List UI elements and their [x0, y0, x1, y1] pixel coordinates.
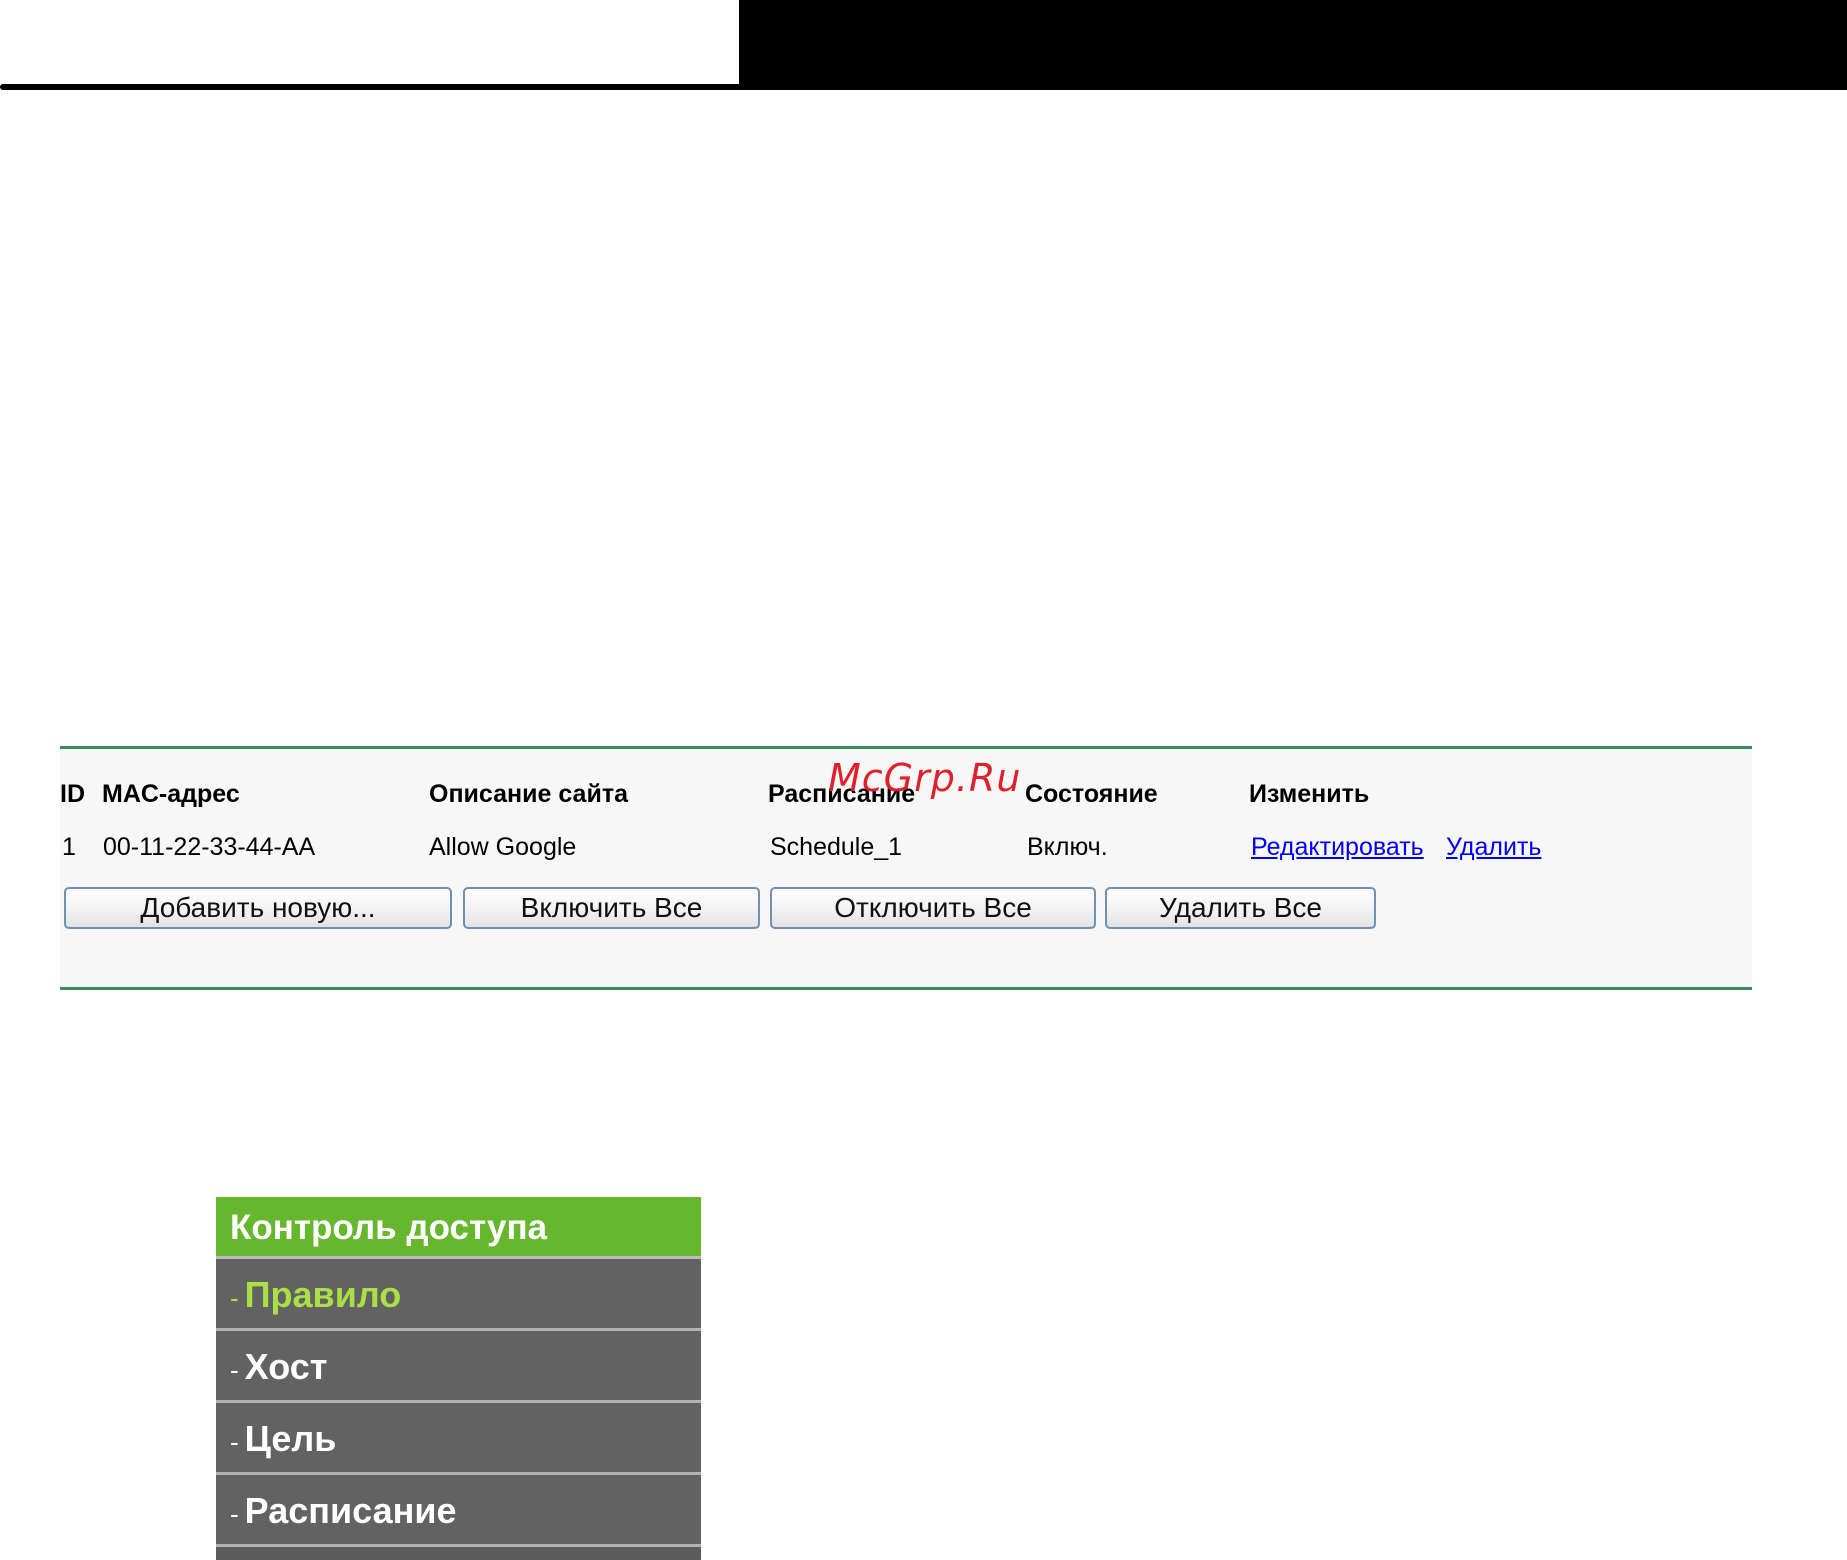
- delete-all-button[interactable]: Удалить Все: [1105, 887, 1376, 929]
- col-header-status: Состояние: [1025, 780, 1158, 808]
- menu-item-target[interactable]: - Цель: [216, 1403, 701, 1475]
- menu-item-rule[interactable]: - Правило: [216, 1259, 701, 1331]
- menu-dash: -: [230, 1355, 239, 1385]
- edit-link[interactable]: Редактировать: [1251, 832, 1424, 862]
- disable-all-button[interactable]: Отключить Все: [770, 887, 1096, 929]
- col-header-modify: Изменить: [1249, 780, 1370, 808]
- header-black-bar: [739, 0, 1847, 90]
- delete-link[interactable]: Удалить: [1446, 832, 1541, 862]
- menu-item-label: Цель: [244, 1418, 337, 1459]
- col-header-schedule: Расписание: [768, 780, 916, 808]
- menu-dash: -: [230, 1427, 239, 1457]
- rules-panel: ID MAC-адрес Описание сайта Расписание С…: [60, 746, 1752, 990]
- col-header-site: Описание сайта: [429, 780, 628, 808]
- cell-site: Allow Google: [429, 833, 577, 861]
- enable-all-button[interactable]: Включить Все: [463, 887, 760, 929]
- col-header-mac: MAC-адрес: [102, 780, 240, 808]
- menu-item-label: Правило: [244, 1274, 402, 1315]
- header-rule: [0, 84, 760, 90]
- cell-schedule: Schedule_1: [770, 833, 903, 861]
- menu-item-label: Хост: [244, 1346, 328, 1387]
- col-header-id: ID: [60, 780, 85, 808]
- menu-header-access-control: Контроль доступа: [216, 1197, 701, 1259]
- menu-dash: -: [230, 1283, 239, 1313]
- cell-id: 1: [62, 833, 76, 861]
- cell-mac: 00-11-22-33-44-AA: [103, 833, 316, 861]
- menu-item-host[interactable]: - Хост: [216, 1331, 701, 1403]
- menu-item-label: Расписание: [244, 1490, 457, 1531]
- add-new-button[interactable]: Добавить новую...: [64, 887, 452, 929]
- menu-item-schedule[interactable]: - Расписание: [216, 1475, 701, 1547]
- side-menu: Контроль доступа - Правило - Хост - Цель -Р…: [216, 1197, 701, 1560]
- menu-dash: -: [230, 1499, 239, 1529]
- cell-status: Включ.: [1027, 833, 1108, 861]
